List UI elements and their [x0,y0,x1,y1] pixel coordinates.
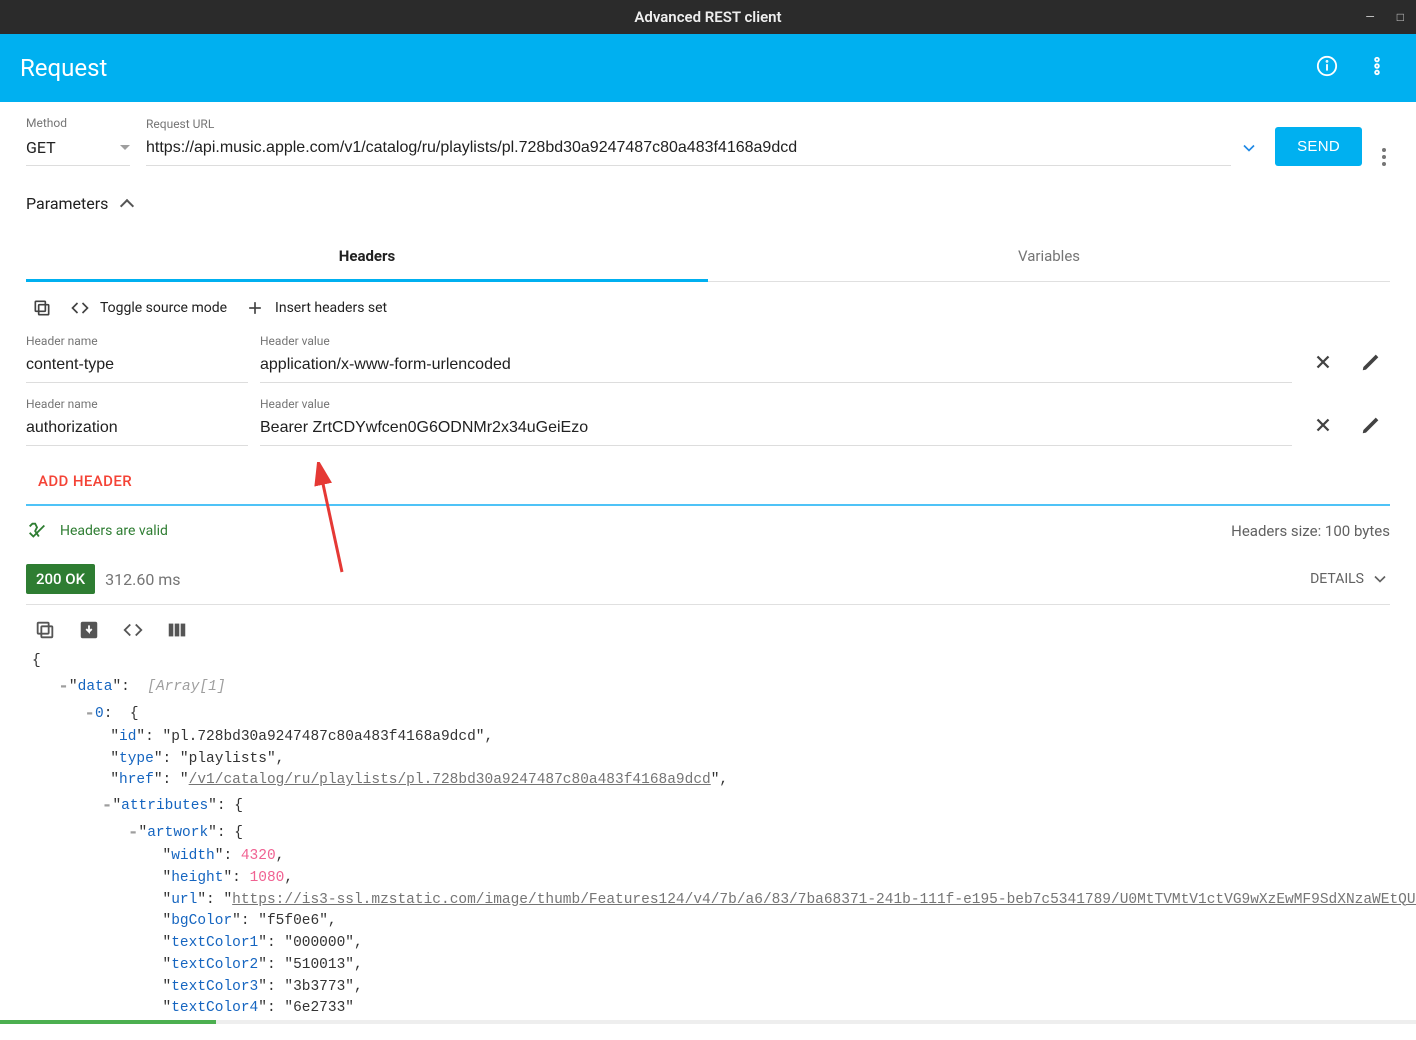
header-name-input[interactable] [26,350,248,383]
window-controls: — □ [1365,10,1404,24]
request-more-icon[interactable] [1378,148,1390,166]
header-row: Header name Header value [26,334,1390,383]
header-name-label: Header name [26,397,248,411]
delete-header-icon[interactable] [1312,351,1334,377]
info-icon[interactable] [1316,55,1338,81]
header-value-label: Header value [260,397,1292,411]
tab-variables[interactable]: Variables [708,233,1390,281]
header-name-label: Header name [26,334,248,348]
headers-validity: Headers are valid [26,520,168,542]
maximize-button[interactable]: □ [1397,10,1404,24]
delete-header-icon[interactable] [1312,414,1334,440]
details-toggle[interactable]: DETAILS [1310,569,1390,589]
url-label: Request URL [146,117,1259,131]
send-button[interactable]: SEND [1275,127,1362,166]
copy-response-icon[interactable] [34,619,56,641]
url-input[interactable] [146,133,1231,166]
headers-size: Headers size: 100 bytes [1231,522,1390,540]
window-title: Advanced REST client [634,8,781,26]
method-label: Method [26,116,130,130]
edit-header-icon[interactable] [1360,351,1382,377]
toggle-source-button[interactable]: Toggle source mode [70,298,227,318]
insert-headers-button[interactable]: Insert headers set [245,298,387,318]
titlebar: Advanced REST client — □ [0,0,1416,34]
raw-response-icon[interactable] [122,619,144,641]
copy-headers-button[interactable] [32,298,52,318]
header-value-label: Header value [260,334,1292,348]
minimize-button[interactable]: — [1365,10,1374,24]
add-header-button[interactable]: ADD HEADER [26,460,1390,502]
response-body[interactable]: { -"data": [Array[1] -0: { "id": "pl.728… [26,651,1390,1040]
columns-icon[interactable] [166,619,188,641]
header-row: Header name Header value [26,397,1390,446]
url-history-toggle[interactable] [1239,138,1259,162]
method-select[interactable]: GET [26,132,130,166]
tab-headers[interactable]: Headers [26,233,708,282]
method-value: GET [26,138,56,157]
chevron-down-icon [120,145,130,150]
header-value-input[interactable] [260,413,1292,446]
bottom-progress [0,1020,1416,1024]
edit-header-icon[interactable] [1360,414,1382,440]
download-response-icon[interactable] [78,619,100,641]
header-name-input[interactable] [26,413,248,446]
response-time: 312.60 ms [105,570,180,589]
more-icon[interactable] [1366,55,1388,81]
status-badge: 200 OK [26,564,95,594]
chevron-up-icon [120,198,134,212]
header-value-input[interactable] [260,350,1292,383]
app-header: Request [0,34,1416,102]
parameters-toggle[interactable]: Parameters [26,194,1390,213]
page-title: Request [20,54,107,82]
parameters-label: Parameters [26,194,108,213]
